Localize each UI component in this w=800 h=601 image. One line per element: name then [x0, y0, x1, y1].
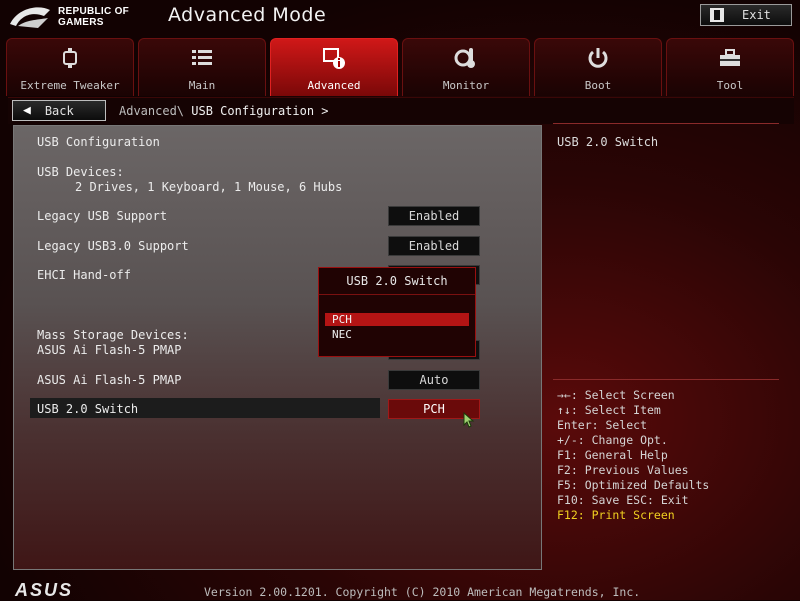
tab-bar: Extreme Tweaker Main Advanced Monitor Bo… [6, 38, 794, 96]
tab-advanced[interactable]: Advanced [270, 38, 398, 96]
tab-label: Main [188, 79, 216, 92]
mouse-cursor-icon [463, 412, 475, 428]
breadcrumb-parent[interactable]: Advanced\ [119, 104, 184, 118]
tab-main[interactable]: Main [138, 38, 266, 96]
back-arrow-icon: ◀ [23, 103, 31, 118]
usb-devices-value: 2 Drives, 1 Keyboard, 1 Mouse, 6 Hubs [75, 180, 343, 194]
help-panel: USB 2.0 Switch →←: Select Screen ↑↓: Sel… [553, 123, 779, 574]
asus-logo: ASUS [15, 580, 74, 600]
tab-extreme-tweaker[interactable]: Extreme Tweaker [6, 38, 134, 96]
tab-label: Boot [584, 79, 612, 92]
usb-devices-label: USB Devices: [37, 165, 124, 179]
key-hint: →←: Select Screen [557, 388, 675, 402]
mass-storage-label: Mass Storage Devices: [37, 328, 189, 342]
back-button[interactable]: ◀ Back [12, 100, 106, 121]
key-hint: F2: Previous Values [557, 463, 689, 477]
flash1-label[interactable]: ASUS Ai Flash-5 PMAP [37, 343, 182, 357]
key-hint: ↑↓: Select Item [557, 403, 661, 417]
version-text: Version 2.00.1201. Copyright (C) 2010 Am… [204, 585, 641, 599]
section-title: USB Configuration [37, 135, 160, 149]
list-icon [188, 44, 216, 72]
ehci-handoff-label[interactable]: EHCI Hand-off [37, 268, 131, 282]
brand-line1: REPUBLIC OF [58, 6, 130, 17]
breadcrumb-current: USB Configuration > [191, 104, 329, 118]
page-title: Advanced Mode [168, 4, 327, 26]
key-hint: F5: Optimized Defaults [557, 478, 710, 492]
power-icon [584, 44, 612, 72]
legacy-usb3-label[interactable]: Legacy USB3.0 Support [37, 239, 189, 253]
brand-line2: GAMERS [58, 17, 104, 28]
tab-label: Extreme Tweaker [20, 79, 120, 92]
dropdown-option-nec[interactable]: NEC [325, 328, 469, 341]
tab-label: Monitor [442, 79, 490, 92]
toolbox-icon [716, 44, 744, 72]
advanced-info-icon [320, 44, 348, 72]
dropdown-option-pch[interactable]: PCH [325, 313, 469, 326]
breadcrumb: Advanced\ USB Configuration > [119, 104, 329, 118]
tab-monitor[interactable]: Monitor [402, 38, 530, 96]
tab-boot[interactable]: Boot [534, 38, 662, 96]
legacy-usb3-select[interactable]: Enabled [388, 236, 480, 256]
key-hint: F10: Save ESC: Exit [557, 493, 689, 507]
help-divider [553, 379, 779, 380]
tab-label: Advanced [307, 79, 361, 92]
exit-button[interactable]: Exit [700, 4, 792, 26]
dropdown-title: USB 2.0 Switch [319, 268, 475, 295]
flash2-select[interactable]: Auto [388, 370, 480, 390]
rog-eye-icon [10, 7, 50, 28]
back-label: Back [44, 103, 74, 118]
usb20-switch-label[interactable]: USB 2.0 Switch [37, 402, 138, 416]
tab-tool[interactable]: Tool [666, 38, 794, 96]
legacy-usb-label[interactable]: Legacy USB Support [37, 209, 167, 223]
key-hint-print-screen: F12: Print Screen [557, 508, 675, 522]
exit-door-icon [710, 8, 724, 22]
legacy-usb-select[interactable]: Enabled [388, 206, 480, 226]
tweaker-icon [56, 44, 84, 72]
rog-logo: REPUBLIC OF GAMERS [8, 2, 129, 32]
key-hint: F1: General Help [557, 448, 668, 462]
exit-label: Exit [742, 8, 771, 22]
key-hint: +/-: Change Opt. [557, 433, 668, 447]
usb20-switch-dropdown: USB 2.0 Switch PCH NEC [318, 267, 476, 357]
flash2-label[interactable]: ASUS Ai Flash-5 PMAP [37, 373, 182, 387]
thermometer-gear-icon [452, 44, 480, 72]
tab-label: Tool [716, 79, 744, 92]
key-hint: Enter: Select [557, 418, 648, 432]
help-title: USB 2.0 Switch [557, 135, 659, 149]
